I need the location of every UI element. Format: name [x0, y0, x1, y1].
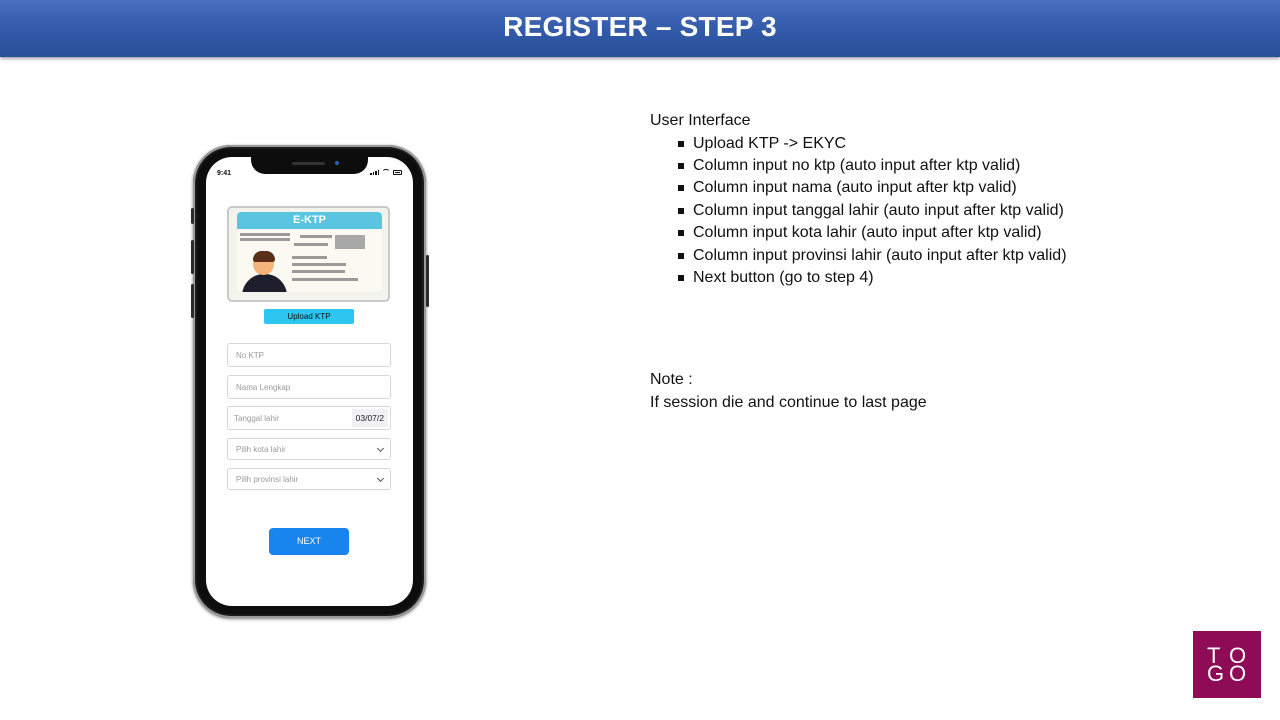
provinsi-lahir-select[interactable]: Pilih provinsi lahir [227, 468, 391, 490]
ktp-line [292, 263, 346, 266]
ktp-line [292, 256, 327, 259]
status-icons [370, 169, 402, 175]
status-time: 9:41 [217, 170, 232, 177]
kota-lahir-placeholder: Pilih kota lahir [236, 445, 286, 454]
list-item: Column input no ktp (auto input after kt… [650, 155, 1067, 177]
wifi-icon [382, 169, 390, 175]
upload-ktp-button[interactable]: Upload KTP [264, 309, 354, 324]
avatar-body [242, 274, 287, 292]
ktp-line [292, 270, 345, 273]
list-item: Column input nama (auto input after ktp … [650, 177, 1067, 199]
bullet-icon [678, 207, 684, 214]
ui-description-title: User Interface [650, 112, 751, 129]
phone-side-button [191, 208, 194, 224]
phone-volume-up-button [191, 240, 194, 274]
nama-lengkap-field[interactable]: Nama Lengkap [227, 375, 391, 399]
list-item: Next button (go to step 4) [650, 267, 1067, 289]
ktp-line [294, 243, 328, 246]
slide-title: REGISTER – STEP 3 [503, 11, 777, 42]
ktp-line [240, 233, 290, 236]
list-item: Upload KTP -> EKYC [650, 133, 1067, 155]
ktp-line [292, 278, 358, 281]
ktp-signature-box [335, 235, 365, 249]
note-label: Note : [650, 371, 693, 388]
note-text: If session die and continue to last page [650, 394, 927, 411]
tanggal-lahir-date-picker[interactable]: 03/07/2 [351, 409, 388, 427]
battery-icon [393, 170, 402, 175]
bullet-icon [678, 185, 684, 192]
slide-header: REGISTER – STEP 3 [0, 0, 1280, 57]
bullet-icon [678, 274, 684, 281]
list-item: Column input provinsi lahir (auto input … [650, 245, 1067, 267]
signal-icon [370, 170, 379, 175]
list-item: Column input tanggal lahir (auto input a… [650, 200, 1067, 222]
logo-letter: G [1207, 661, 1225, 686]
tanggal-lahir-placeholder: Tanggal lahir [234, 414, 280, 423]
bullet-icon [678, 162, 684, 169]
ui-description: User Interface Upload KTP -> EKYC Column… [650, 110, 1067, 289]
ui-description-list: Upload KTP -> EKYC Column input no ktp (… [650, 133, 1067, 290]
ktp-card-image[interactable]: E-KTP [227, 206, 390, 302]
note-block: Note : If session die and continue to la… [650, 368, 927, 414]
bullet-icon [678, 230, 684, 237]
ktp-line [300, 235, 332, 238]
tanggal-lahir-field[interactable]: Tanggal lahir 03/07/2 [227, 406, 391, 430]
no-ktp-field[interactable]: No KTP [227, 343, 391, 367]
ktp-card-title: E-KTP [237, 212, 382, 229]
no-ktp-placeholder: No KTP [236, 351, 265, 360]
phone-notch [251, 157, 368, 174]
nama-lengkap-placeholder: Nama Lengkap [236, 383, 291, 392]
avatar-hair [253, 251, 275, 262]
ktp-line [240, 238, 290, 241]
togo-logo: T O G O [1193, 631, 1261, 698]
provinsi-lahir-placeholder: Pilih provinsi lahir [236, 475, 299, 484]
bullet-icon [678, 252, 684, 259]
list-item: Column input kota lahir (auto input afte… [650, 222, 1067, 244]
chevron-down-icon [376, 444, 385, 453]
next-button[interactable]: NEXT [269, 528, 349, 555]
logo-letter: O [1229, 661, 1247, 686]
phone-power-button [426, 255, 429, 307]
phone-volume-down-button [191, 284, 194, 318]
kota-lahir-select[interactable]: Pilih kota lahir [227, 438, 391, 460]
bullet-icon [678, 140, 684, 147]
phone-screen: 9:41 E-KTP Upload KTP No KTP Nama Lengka… [206, 157, 413, 606]
chevron-down-icon [376, 474, 385, 483]
